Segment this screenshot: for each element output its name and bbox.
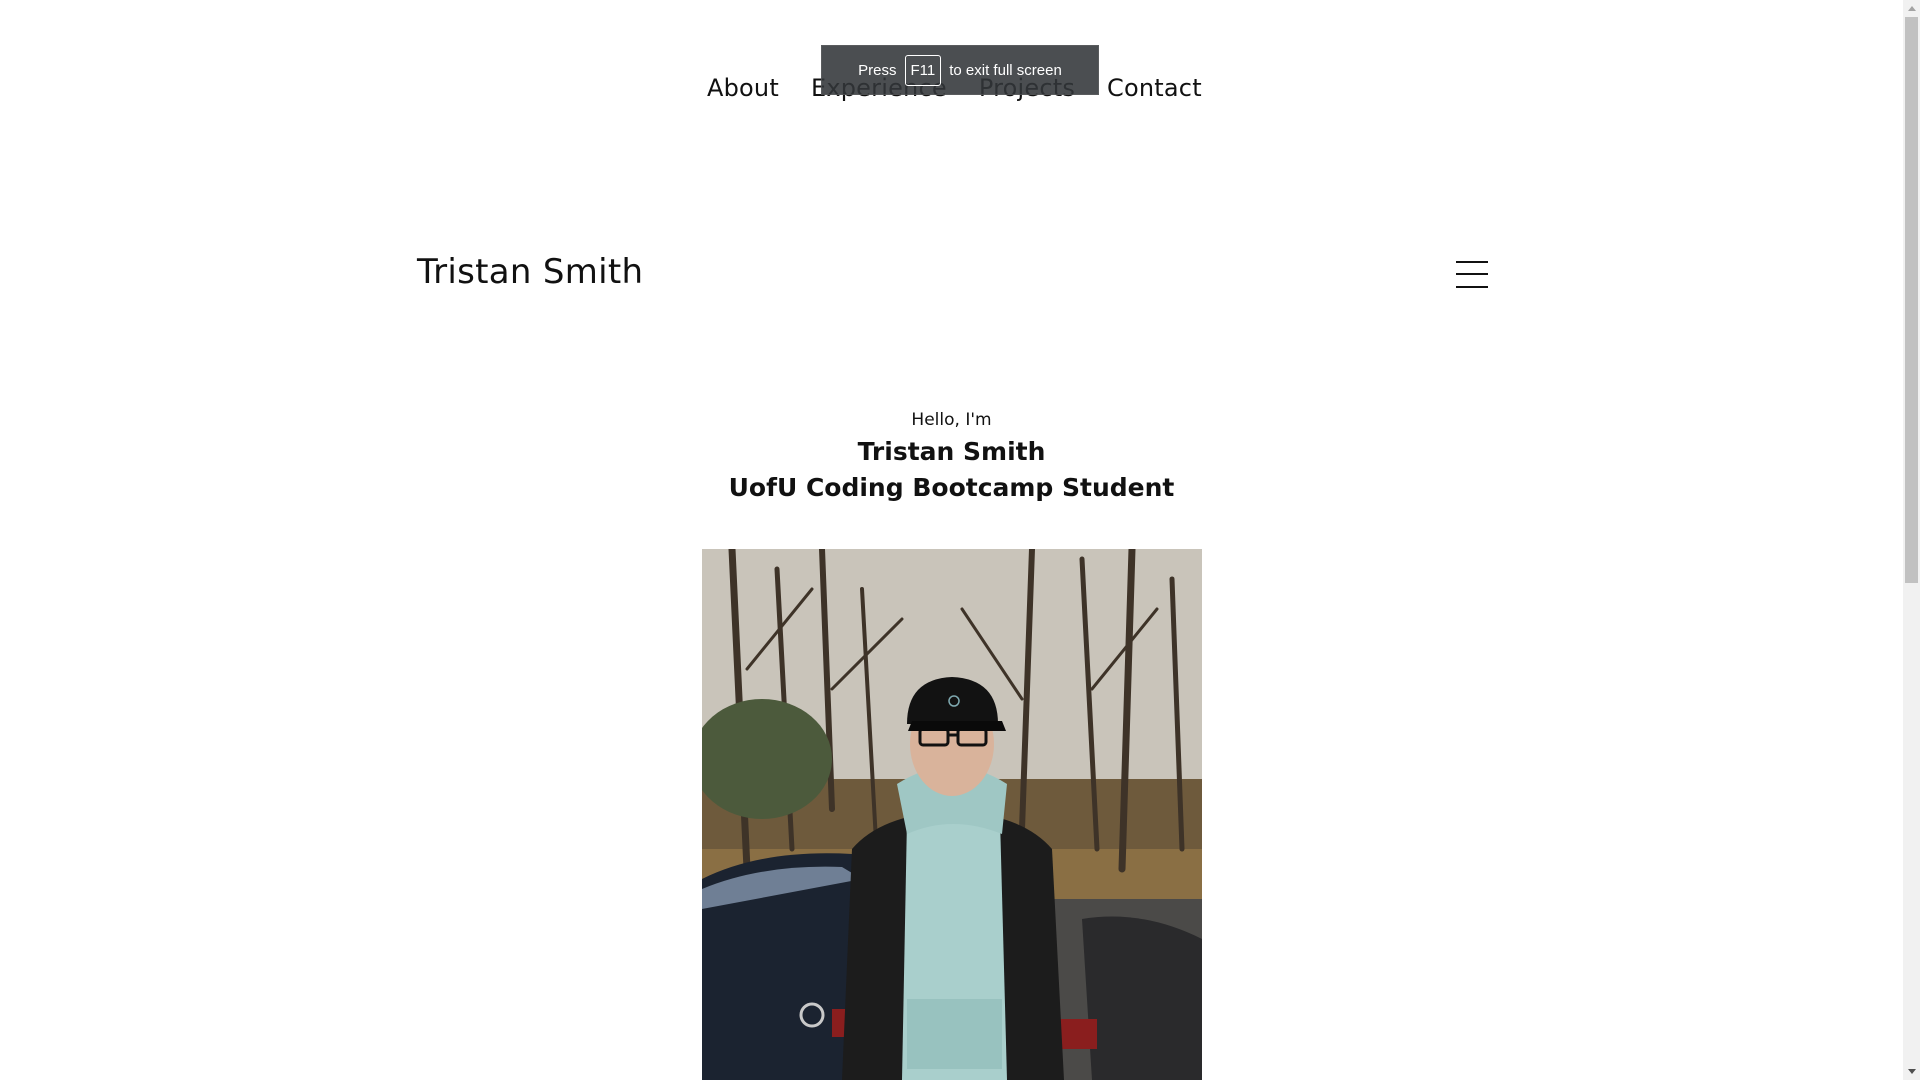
hero-greeting: Hello, I'm [911, 410, 992, 430]
nav-link-contact[interactable]: Contact [1107, 74, 1202, 102]
hamburger-menu-icon[interactable] [1456, 261, 1488, 289]
site-brand[interactable]: Tristan Smith [417, 252, 643, 292]
toast-key-badge: F11 [904, 54, 942, 86]
portfolio-page: About Experience Projects Contact Press … [0, 0, 1903, 1080]
page-scrollbar[interactable] [1903, 0, 1920, 1080]
scrollbar-thumb[interactable] [1905, 17, 1918, 583]
hero-section: Hello, I'm Tristan Smith UofU Coding Boo… [0, 410, 1903, 506]
hero-name: Tristan Smith [857, 437, 1046, 466]
toast-suffix-text: to exit full screen [949, 61, 1062, 79]
scroll-down-arrow-icon[interactable] [1903, 1063, 1920, 1080]
hero-role: UofU Coding Bootcamp Student [728, 473, 1175, 502]
menu-line [1456, 286, 1488, 288]
scroll-up-arrow-icon[interactable] [1903, 0, 1920, 17]
menu-line [1456, 261, 1488, 263]
profile-photo-illustration [702, 549, 1202, 1080]
profile-photo [702, 549, 1202, 1080]
toast-press-text: Press [858, 61, 897, 79]
nav-link-about[interactable]: About [707, 74, 779, 102]
fullscreen-exit-toast: Press F11 to exit full screen [821, 45, 1099, 95]
menu-line [1456, 273, 1488, 275]
browser-viewport: About Experience Projects Contact Press … [0, 0, 1920, 1080]
